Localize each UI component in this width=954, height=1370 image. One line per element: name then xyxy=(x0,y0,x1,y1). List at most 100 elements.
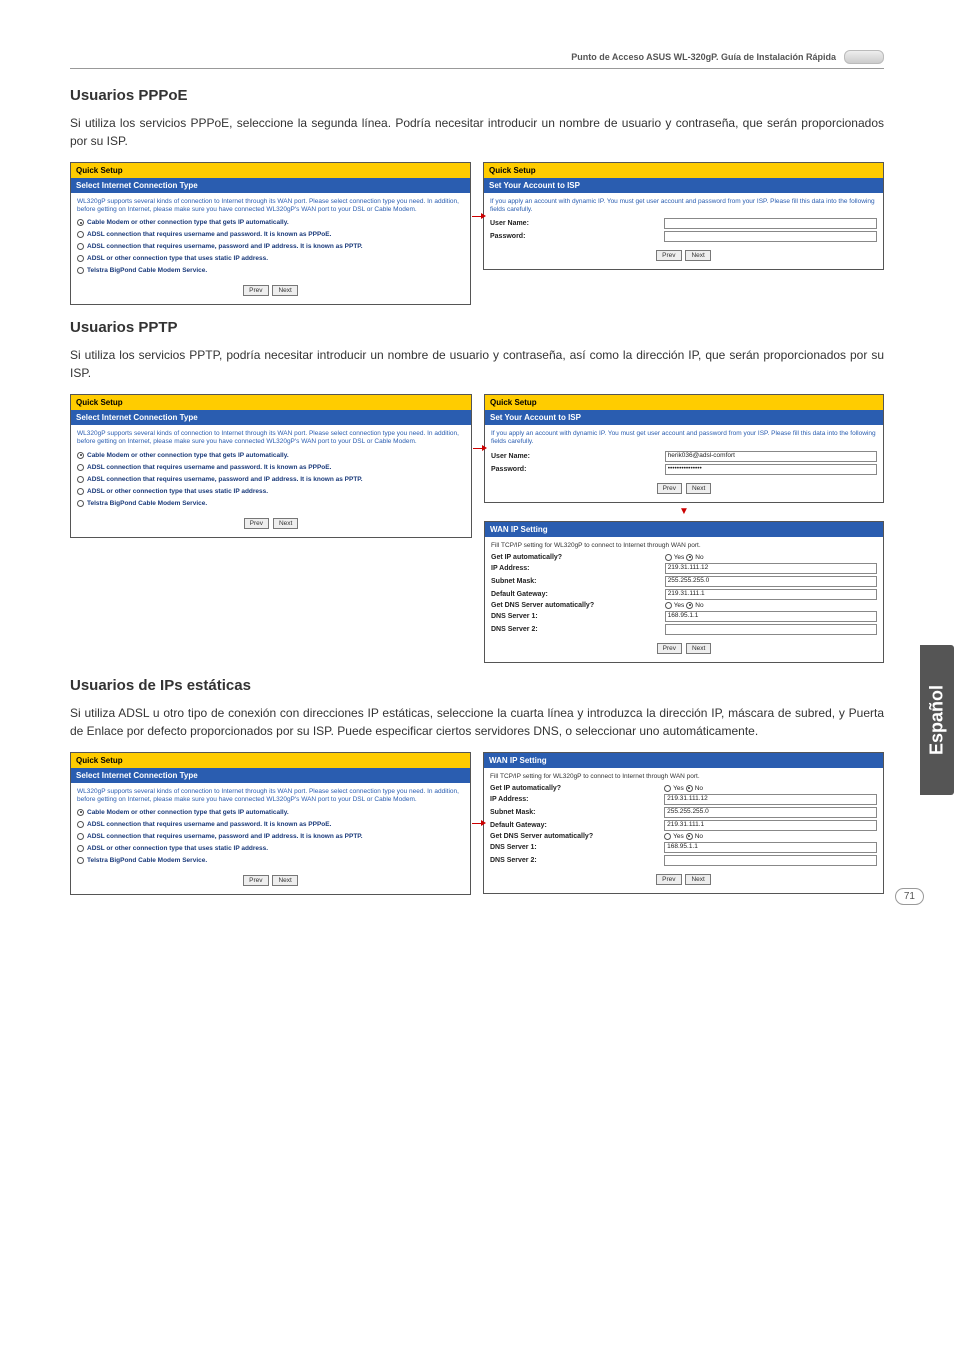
radio-icon xyxy=(77,255,84,262)
conn-type-title: Select Internet Connection Type xyxy=(71,410,471,425)
getdns-no[interactable]: No xyxy=(686,602,703,609)
dns1-label: DNS Server 1: xyxy=(491,613,665,620)
conn-type-title: Select Internet Connection Type xyxy=(71,178,470,193)
ip-label: IP Address: xyxy=(490,796,664,803)
getdns-yes[interactable]: Yes xyxy=(664,833,684,840)
getip-no[interactable]: No xyxy=(686,785,703,792)
radio-icon xyxy=(77,267,84,274)
radio-icon xyxy=(686,554,693,561)
next-button[interactable]: Next xyxy=(686,483,711,494)
getdns-yes[interactable]: Yes xyxy=(665,602,685,609)
getip-yes[interactable]: Yes xyxy=(665,554,685,561)
getdns-label: Get DNS Server automatically? xyxy=(490,833,664,840)
pptp-body: Si utiliza los servicios PPTP, podría ne… xyxy=(70,346,884,382)
dns2-input[interactable] xyxy=(664,855,877,866)
next-button[interactable]: Next xyxy=(272,875,297,886)
next-button[interactable]: Next xyxy=(685,874,710,885)
wan-desc: Fill TCP/IP setting for WL320gP to conne… xyxy=(491,542,877,550)
ip-label: IP Address: xyxy=(491,565,665,572)
isp-title: Set Your Account to ISP xyxy=(485,410,883,425)
opt-static[interactable]: ADSL or other connection type that uses … xyxy=(77,845,464,852)
opt-bigpond[interactable]: Telstra BigPond Cable Modem Service. xyxy=(77,267,464,274)
next-button[interactable]: Next xyxy=(685,250,710,261)
page-number: 71 xyxy=(895,888,924,905)
next-button[interactable]: Next xyxy=(272,285,297,296)
dns1-label: DNS Server 1: xyxy=(490,844,664,851)
isp-title: Set Your Account to ISP xyxy=(484,178,883,193)
opt-pppoe[interactable]: ADSL connection that requires username a… xyxy=(77,821,464,828)
radio-icon xyxy=(665,554,672,561)
opt-auto[interactable]: Cable Modem or other connection type tha… xyxy=(77,809,464,816)
doc-header: Punto de Acceso ASUS WL-320gP. Guía de I… xyxy=(70,50,884,69)
static-heading: Usuarios de IPs estáticas xyxy=(70,677,884,694)
dns1-input[interactable]: 168.95.1.1 xyxy=(665,611,877,622)
quick-setup-panel: Quick Setup Select Internet Connection T… xyxy=(70,752,471,895)
prev-button[interactable]: Prev xyxy=(657,643,682,654)
opt-pppoe[interactable]: ADSL connection that requires username a… xyxy=(77,464,465,471)
pass-input[interactable]: ••••••••••••••• xyxy=(665,464,877,475)
wan-panel: WAN IP Setting Fill TCP/IP setting for W… xyxy=(483,752,884,894)
quick-setup-panel: Quick Setup Select Internet Connection T… xyxy=(70,162,471,305)
opt-pptp[interactable]: ADSL connection that requires username, … xyxy=(77,243,464,250)
radio-icon xyxy=(77,500,84,507)
opt-auto[interactable]: Cable Modem or other connection type tha… xyxy=(77,219,464,226)
dns2-input[interactable] xyxy=(665,624,877,635)
dns1-input[interactable]: 168.95.1.1 xyxy=(664,842,877,853)
gateway-label: Default Gateway: xyxy=(490,822,664,829)
ip-input[interactable]: 219.31.111.12 xyxy=(665,563,877,574)
conn-desc: WL320gP supports several kinds of connec… xyxy=(77,788,464,804)
getdns-no[interactable]: No xyxy=(686,833,703,840)
isp-desc: If you apply an account with dynamic IP.… xyxy=(491,430,877,446)
next-button[interactable]: Next xyxy=(686,643,711,654)
ip-input[interactable]: 219.31.111.12 xyxy=(664,794,877,805)
user-input[interactable] xyxy=(664,218,877,229)
opt-pptp[interactable]: ADSL connection that requires username, … xyxy=(77,476,465,483)
getip-yes[interactable]: Yes xyxy=(664,785,684,792)
gateway-input[interactable]: 219.31.111.1 xyxy=(665,589,877,600)
subnet-label: Subnet Mask: xyxy=(490,809,664,816)
subnet-input[interactable]: 255.255.255.0 xyxy=(664,807,877,818)
prev-button[interactable]: Prev xyxy=(657,483,682,494)
opt-auto[interactable]: Cable Modem or other connection type tha… xyxy=(77,452,465,459)
language-tab: Español xyxy=(920,645,954,795)
prev-button[interactable]: Prev xyxy=(656,874,681,885)
opt-bigpond[interactable]: Telstra BigPond Cable Modem Service. xyxy=(77,500,465,507)
radio-icon xyxy=(77,243,84,250)
gateway-input[interactable]: 219.31.111.1 xyxy=(664,820,877,831)
prev-button[interactable]: Prev xyxy=(244,518,269,529)
opt-static[interactable]: ADSL or other connection type that uses … xyxy=(77,488,465,495)
quick-setup-title: Quick Setup xyxy=(71,395,471,410)
pppoe-body: Si utiliza los servicios PPPoE, seleccio… xyxy=(70,114,884,150)
prev-button[interactable]: Prev xyxy=(243,285,268,296)
radio-icon xyxy=(77,809,84,816)
conn-type-title: Select Internet Connection Type xyxy=(71,768,470,783)
pass-label: Password: xyxy=(490,233,664,240)
user-label: User Name: xyxy=(490,220,664,227)
radio-icon xyxy=(77,476,84,483)
user-input[interactable]: herik036@adsl-comfort xyxy=(665,451,877,462)
subnet-input[interactable]: 255.255.255.0 xyxy=(665,576,877,587)
getip-label: Get IP automatically? xyxy=(490,785,664,792)
radio-icon xyxy=(77,231,84,238)
wan-desc: Fill TCP/IP setting for WL320gP to conne… xyxy=(490,773,877,781)
next-button[interactable]: Next xyxy=(273,518,298,529)
opt-static[interactable]: ADSL or other connection type that uses … xyxy=(77,255,464,262)
pass-input[interactable] xyxy=(664,231,877,242)
prev-button[interactable]: Prev xyxy=(243,875,268,886)
opt-pppoe[interactable]: ADSL connection that requires username a… xyxy=(77,231,464,238)
wan-panel: WAN IP Setting Fill TCP/IP setting for W… xyxy=(484,521,884,663)
opt-pptp[interactable]: ADSL connection that requires username, … xyxy=(77,833,464,840)
radio-icon xyxy=(77,845,84,852)
radio-icon xyxy=(77,821,84,828)
radio-icon xyxy=(665,602,672,609)
prev-button[interactable]: Prev xyxy=(656,250,681,261)
isp-desc: If you apply an account with dynamic IP.… xyxy=(490,198,877,214)
quick-setup-panel: Quick Setup Select Internet Connection T… xyxy=(70,394,472,537)
wan-title: WAN IP Setting xyxy=(485,522,883,537)
radio-icon xyxy=(77,833,84,840)
getip-no[interactable]: No xyxy=(686,554,703,561)
gateway-label: Default Gateway: xyxy=(491,591,665,598)
opt-bigpond[interactable]: Telstra BigPond Cable Modem Service. xyxy=(77,857,464,864)
quick-setup-title: Quick Setup xyxy=(485,395,883,410)
isp-panel: Quick Setup Set Your Account to ISP If y… xyxy=(483,162,884,270)
